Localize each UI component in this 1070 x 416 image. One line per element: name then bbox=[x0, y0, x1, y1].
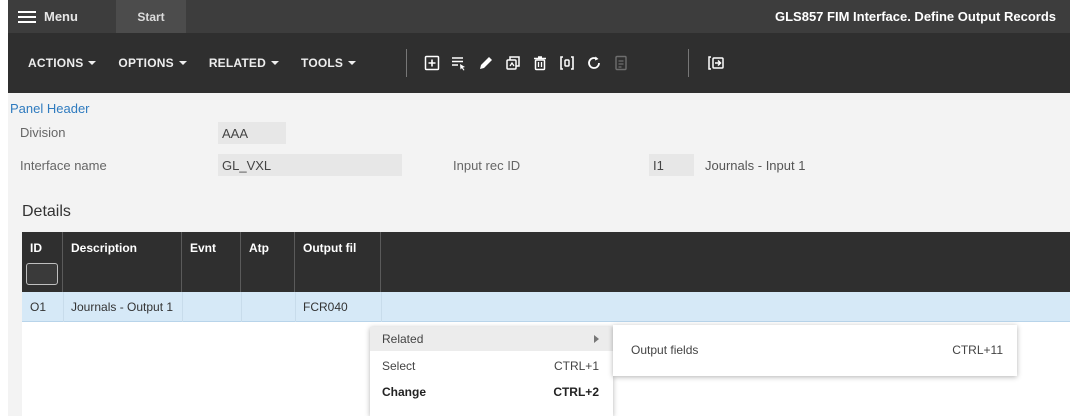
submenu-item-output-fields[interactable]: Output fields CTRL+11 bbox=[613, 337, 1017, 363]
cell-description: Journals - Output 1 bbox=[71, 300, 174, 314]
tab-start[interactable]: Start bbox=[116, 0, 186, 33]
chevron-right-icon bbox=[594, 335, 599, 343]
display-icon[interactable] bbox=[559, 55, 575, 71]
menu-tools[interactable]: TOOLS bbox=[301, 56, 357, 70]
caret-down-icon bbox=[178, 61, 187, 65]
shortcut-label: CTRL+2 bbox=[553, 385, 599, 399]
menu-actions-label: ACTIONS bbox=[28, 56, 84, 70]
hamburger-icon bbox=[18, 10, 36, 23]
toolbar-separator bbox=[688, 49, 689, 77]
context-menu: Related Select CTRL+1 Change CTRL+2 bbox=[370, 327, 613, 416]
menu-button[interactable]: Menu bbox=[18, 0, 78, 33]
menu-actions[interactable]: ACTIONS bbox=[28, 56, 97, 70]
copy-icon[interactable] bbox=[505, 55, 521, 71]
caret-down-icon bbox=[348, 61, 357, 65]
exit-icon[interactable] bbox=[708, 55, 724, 71]
menu-options[interactable]: OPTIONS bbox=[118, 56, 187, 70]
context-item-label: Select bbox=[382, 359, 416, 373]
edit-pencil-icon[interactable] bbox=[478, 55, 494, 71]
input-rec-id-field[interactable]: I1 bbox=[649, 154, 694, 176]
column-header-output-file[interactable]: Output fil bbox=[295, 232, 381, 292]
context-item-change[interactable]: Change CTRL+2 bbox=[370, 380, 613, 404]
input-rec-description: Journals - Input 1 bbox=[705, 158, 806, 173]
caret-down-icon bbox=[88, 61, 97, 65]
column-header-atp[interactable]: Atp bbox=[241, 232, 295, 292]
grid-header: ID Description Evnt Atp Output fil bbox=[22, 232, 1070, 292]
menu-label: Menu bbox=[44, 9, 78, 24]
interface-name-field[interactable]: GL_VXL bbox=[218, 154, 402, 176]
details-title: Details bbox=[22, 203, 71, 220]
panel-header-link[interactable]: Panel Header bbox=[10, 101, 90, 116]
top-bar: Menu Start GLS857 FIM Interface. Define … bbox=[8, 0, 1070, 33]
division-field[interactable]: AAA bbox=[218, 122, 286, 144]
context-item-label: Change bbox=[382, 385, 427, 399]
cell-id: O1 bbox=[30, 300, 47, 314]
related-submenu: Output fields CTRL+11 bbox=[613, 325, 1017, 376]
delete-icon[interactable] bbox=[532, 55, 548, 71]
window-frame-left bbox=[0, 0, 8, 416]
input-rec-id-label: Input rec ID bbox=[453, 158, 521, 173]
cell-output-file: FCR040 bbox=[303, 300, 348, 314]
create-icon[interactable] bbox=[424, 55, 440, 71]
column-header-evnt[interactable]: Evnt bbox=[182, 232, 241, 292]
column-id-label: ID bbox=[30, 241, 42, 255]
cell-divider bbox=[381, 292, 382, 322]
menu-options-label: OPTIONS bbox=[118, 56, 174, 70]
interface-name-label: Interface name bbox=[20, 158, 107, 173]
cell-evnt bbox=[182, 292, 190, 322]
context-item-related[interactable]: Related bbox=[370, 327, 613, 351]
column-header-description[interactable]: Description bbox=[63, 232, 182, 292]
menu-related-label: RELATED bbox=[208, 56, 266, 70]
window-title: GLS857 FIM Interface. Define Output Reco… bbox=[775, 9, 1056, 24]
caret-down-icon bbox=[271, 61, 279, 65]
refresh-icon[interactable] bbox=[586, 55, 602, 71]
cell-atp bbox=[241, 292, 249, 322]
context-item-select[interactable]: Select CTRL+1 bbox=[370, 354, 613, 378]
context-item-label: Related bbox=[382, 332, 424, 346]
submenu-item-label: Output fields bbox=[631, 343, 699, 357]
column-header-id[interactable]: ID bbox=[22, 232, 63, 292]
shortcut-label: CTRL+11 bbox=[952, 343, 1003, 357]
toolbar: ACTIONS OPTIONS RELATED TOOLS bbox=[8, 33, 1070, 93]
menu-tools-label: TOOLS bbox=[301, 56, 344, 70]
division-label: Division bbox=[20, 125, 66, 140]
disabled-doc-icon bbox=[613, 55, 629, 71]
toolbar-separator bbox=[406, 49, 407, 77]
menu-related[interactable]: RELATED bbox=[209, 56, 279, 70]
id-filter-input[interactable] bbox=[26, 263, 58, 285]
shortcut-label: CTRL+1 bbox=[553, 359, 599, 373]
filter-select-icon[interactable] bbox=[451, 55, 467, 71]
table-row[interactable]: O1 Journals - Output 1 FCR040 bbox=[22, 292, 1070, 322]
